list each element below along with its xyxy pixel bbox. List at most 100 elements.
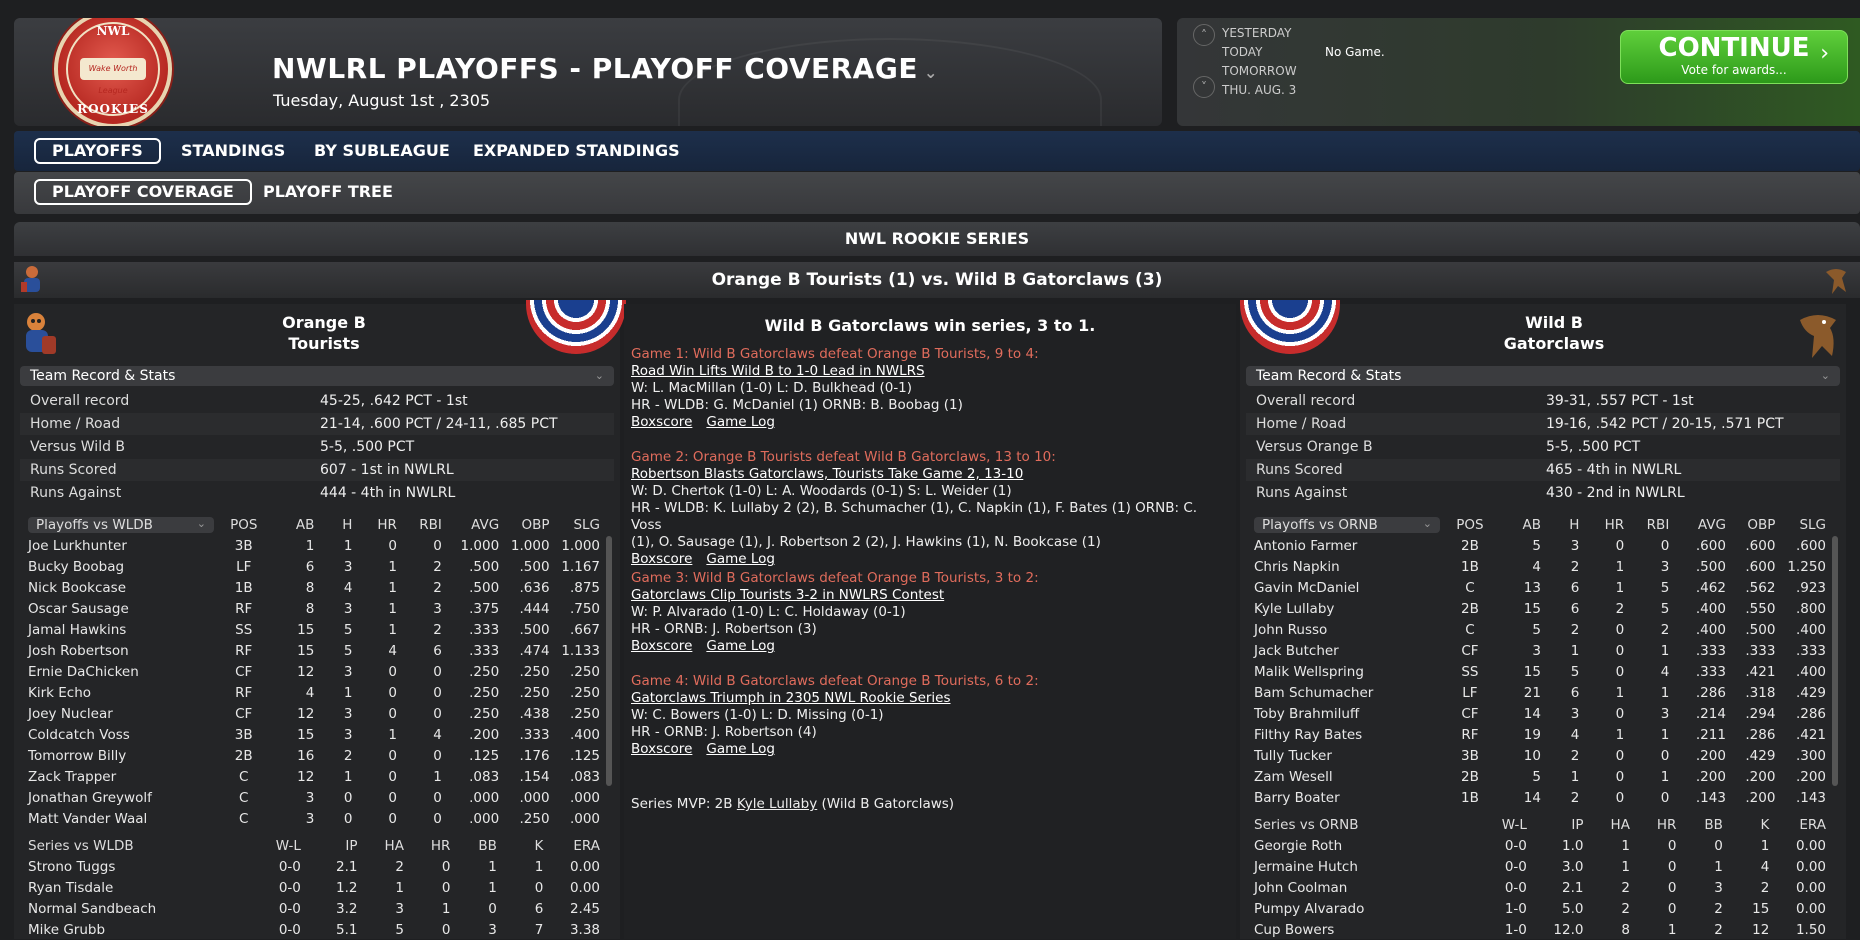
page-title[interactable]: NWLRL PLAYOFFS - PLAYOFF COVERAGE ⌄ — [272, 52, 938, 85]
scrollbar[interactable] — [606, 536, 612, 786]
batting-col-header[interactable]: AVG — [442, 514, 499, 535]
batting-col-header[interactable]: POS — [219, 514, 268, 535]
table-row[interactable]: Josh Robertson RF 15 5 4 6 .333 .474 1.133 — [20, 640, 600, 661]
table-row[interactable]: Mike Grubb 0-0 5.1 5 0 3 7 3.38 — [20, 919, 600, 940]
game-headline-link[interactable]: Road Win Lifts Wild B to 1-0 Lead in NWL… — [631, 363, 1231, 380]
boxscore-link[interactable]: Boxscore — [631, 414, 692, 430]
day-yesterday[interactable]: YESTERDAY — [1222, 26, 1291, 40]
table-row[interactable]: Joey Nuclear CF 12 3 0 0 .250 .438 .250 — [20, 703, 600, 724]
batting-col-header[interactable]: RBI — [397, 514, 442, 535]
chevron-down-icon[interactable]: ⌄ — [924, 63, 938, 82]
tab-expanded-standings[interactable]: EXPANDED STANDINGS — [473, 138, 680, 164]
pitching-col-header[interactable]: IP — [301, 835, 357, 856]
pitcher-name[interactable]: Mike Grubb — [20, 919, 244, 940]
batting-col-header[interactable]: HR — [352, 514, 397, 535]
batting-header-cell[interactable]: Playoffs vs WLDB ⌄ — [20, 514, 219, 535]
batting-col-header[interactable]: RBI — [1624, 514, 1670, 535]
player-name[interactable]: Antonio Farmer — [1246, 535, 1445, 556]
table-row[interactable]: Strono Tuggs 0-0 2.1 2 0 1 1 0.00 — [20, 856, 600, 877]
tab-by-subleague[interactable]: BY SUBLEAGUE — [314, 138, 450, 164]
table-row[interactable]: Kyle Lullaby 2B 15 6 2 5 .400 .550 .800 — [1246, 598, 1826, 619]
player-name[interactable]: Jack Butcher — [1246, 640, 1445, 661]
player-name[interactable]: Joe Lurkhunter — [20, 535, 219, 556]
table-row[interactable]: Filthy Ray Bates RF 19 4 1 1 .211 .286 .421 — [1246, 724, 1826, 745]
player-name[interactable]: Filthy Ray Bates — [1246, 724, 1445, 745]
table-row[interactable]: Tully Tucker 3B 10 2 0 0 .200 .429 .300 — [1246, 745, 1826, 766]
table-row[interactable]: Bam Schumacher LF 21 6 1 1 .286 .318 .429 — [1246, 682, 1826, 703]
batting-col-header[interactable]: OBP — [499, 514, 550, 535]
table-row[interactable]: Normal Sandbeach 0-0 3.2 3 1 0 6 2.45 — [20, 898, 600, 919]
left-record-section-header[interactable]: Team Record & Stats ⌄ — [20, 366, 614, 386]
pitching-col-header[interactable]: HA — [357, 835, 404, 856]
player-name[interactable]: Kirk Echo — [20, 682, 219, 703]
player-name[interactable]: Kyle Lullaby — [1246, 598, 1445, 619]
pitching-col-header[interactable]: IP — [1527, 814, 1583, 835]
batting-col-header[interactable]: AB — [268, 514, 315, 535]
day-next[interactable]: THU. AUG. 3 — [1222, 83, 1296, 97]
pitcher-name[interactable]: Ryan Tisdale — [20, 877, 244, 898]
player-name[interactable]: Coldcatch Voss — [20, 724, 219, 745]
chevron-down-icon[interactable]: ˅ — [1193, 76, 1215, 98]
pitcher-name[interactable]: Jermaine Hutch — [1246, 856, 1470, 877]
pitching-col-header[interactable]: K — [497, 835, 543, 856]
table-row[interactable]: John Coolman 0-0 2.1 2 0 3 2 0.00 — [1246, 877, 1826, 898]
pitching-col-header[interactable]: HA — [1583, 814, 1630, 835]
pitching-col-header[interactable]: ERA — [543, 835, 600, 856]
table-row[interactable]: Bucky Boobag LF 6 3 1 2 .500 .500 1.167 — [20, 556, 600, 577]
table-row[interactable]: Pumpy Alvarado 1-0 5.0 2 0 2 15 0.00 — [1246, 898, 1826, 919]
batting-header-cell[interactable]: Playoffs vs ORNB ⌄ — [1246, 514, 1445, 535]
pitching-col-header[interactable]: BB — [450, 835, 497, 856]
continue-button[interactable]: CONTINUE Vote for awards... › — [1620, 30, 1848, 84]
player-name[interactable]: Tully Tucker — [1246, 745, 1445, 766]
table-row[interactable]: Ernie DaChicken CF 12 3 0 0 .250 .250 .250 — [20, 661, 600, 682]
table-row[interactable]: Zack Trapper C 12 1 0 1 .083 .154 .083 — [20, 766, 600, 787]
table-row[interactable]: John Russo C 5 2 0 2 .400 .500 .400 — [1246, 619, 1826, 640]
pitching-col-header[interactable]: W-L — [244, 835, 301, 856]
player-name[interactable]: Joey Nuclear — [20, 703, 219, 724]
player-name[interactable]: Zack Trapper — [20, 766, 219, 787]
right-record-section-header[interactable]: Team Record & Stats ⌄ — [1246, 366, 1840, 386]
boxscore-link[interactable]: Boxscore — [631, 741, 692, 757]
player-name[interactable]: Bucky Boobag — [20, 556, 219, 577]
tab-standings[interactable]: STANDINGS — [181, 138, 285, 164]
pitching-col-header[interactable]: W-L — [1470, 814, 1527, 835]
game-headline-link[interactable]: Robertson Blasts Gatorclaws, Tourists Ta… — [631, 466, 1231, 483]
tab-playoffs[interactable]: PLAYOFFS — [34, 138, 161, 164]
batting-col-header[interactable]: SLG — [550, 514, 600, 535]
table-row[interactable]: Chris Napkin 1B 4 2 1 3 .500 .600 1.250 — [1246, 556, 1826, 577]
player-name[interactable]: Gavin McDaniel — [1246, 577, 1445, 598]
table-row[interactable]: Matt Vander Waal C 3 0 0 0 .000 .250 .000 — [20, 808, 600, 829]
table-row[interactable]: Antonio Farmer 2B 5 3 0 0 .600 .600 .600 — [1246, 535, 1826, 556]
table-row[interactable]: Georgie Roth 0-0 1.0 1 0 0 1 0.00 — [1246, 835, 1826, 856]
player-name[interactable]: Toby Brahmiluff — [1246, 703, 1445, 724]
table-row[interactable]: Jamal Hawkins SS 15 5 1 2 .333 .500 .667 — [20, 619, 600, 640]
table-row[interactable]: Jack Butcher CF 3 1 0 1 .333 .333 .333 — [1246, 640, 1826, 661]
scrollbar[interactable] — [1832, 536, 1838, 786]
table-row[interactable]: Jermaine Hutch 0-0 3.0 1 0 1 4 0.00 — [1246, 856, 1826, 877]
tab-playoff-coverage[interactable]: PLAYOFF COVERAGE — [34, 179, 252, 205]
player-name[interactable]: Oscar Sausage — [20, 598, 219, 619]
player-name[interactable]: Jonathan Greywolf — [20, 787, 219, 808]
table-row[interactable]: Joe Lurkhunter 3B 1 1 0 0 1.000 1.000 1.000 — [20, 535, 600, 556]
table-row[interactable]: Nick Bookcase 1B 8 4 1 2 .500 .636 .875 — [20, 577, 600, 598]
batting-col-header[interactable]: SLG — [1775, 514, 1826, 535]
player-name[interactable]: Malik Wellspring — [1246, 661, 1445, 682]
player-name[interactable]: Nick Bookcase — [20, 577, 219, 598]
chevron-up-icon[interactable]: ˄ — [1193, 24, 1215, 46]
table-row[interactable]: Cup Bowers 1-0 12.0 8 1 2 12 1.50 — [1246, 919, 1826, 940]
table-row[interactable]: Tomorrow Billy 2B 16 2 0 0 .125 .176 .125 — [20, 745, 600, 766]
batting-filter-dropdown[interactable]: Playoffs vs ORNB ⌄ — [1254, 516, 1440, 533]
game-headline-link[interactable]: Gatorclaws Clip Tourists 3-2 in NWLRS Co… — [631, 587, 1231, 604]
pitching-col-header[interactable]: BB — [1676, 814, 1723, 835]
batting-col-header[interactable]: OBP — [1726, 514, 1775, 535]
pitcher-name[interactable]: Normal Sandbeach — [20, 898, 244, 919]
table-row[interactable]: Coldcatch Voss 3B 15 3 1 4 .200 .333 .400 — [20, 724, 600, 745]
batting-filter-dropdown[interactable]: Playoffs vs WLDB ⌄ — [28, 516, 214, 533]
table-row[interactable]: Jonathan Greywolf C 3 0 0 0 .000 .000 .000 — [20, 787, 600, 808]
player-name[interactable]: Zam Wesell — [1246, 766, 1445, 787]
player-name[interactable]: Josh Robertson — [20, 640, 219, 661]
tab-playoff-tree[interactable]: PLAYOFF TREE — [263, 179, 393, 205]
pitcher-name[interactable]: Strono Tuggs — [20, 856, 244, 877]
pitcher-name[interactable]: Pumpy Alvarado — [1246, 898, 1470, 919]
day-today[interactable]: TODAY — [1222, 45, 1262, 59]
